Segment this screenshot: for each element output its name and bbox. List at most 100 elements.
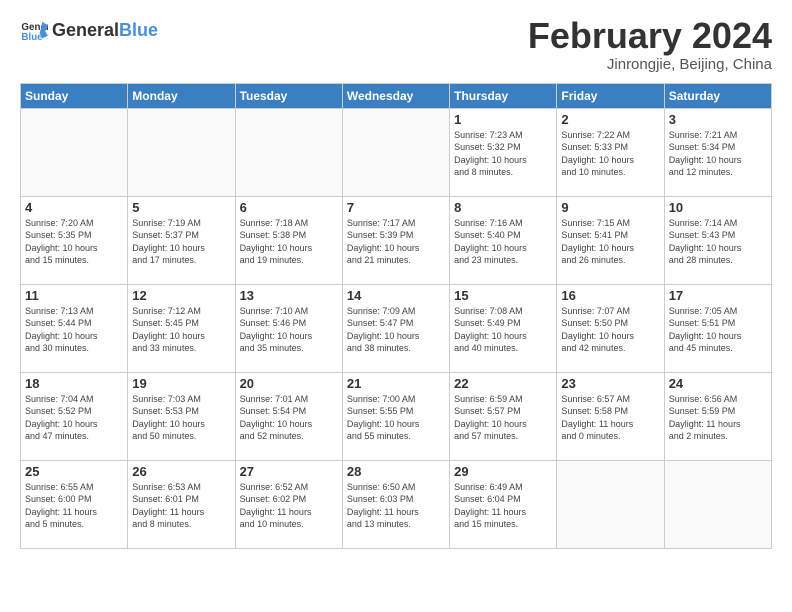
day-number: 1: [454, 112, 552, 127]
day-info: Sunrise: 6:57 AMSunset: 5:58 PMDaylight:…: [561, 393, 659, 443]
day-number: 19: [132, 376, 230, 391]
table-row: 7Sunrise: 7:17 AMSunset: 5:39 PMDaylight…: [342, 196, 449, 284]
day-number: 17: [669, 288, 767, 303]
table-row: 6 Sunrise: 7:18 AMSunset: 5:38 PMDaylight…: [235, 196, 342, 284]
day-info: Sunrise: 7:05 AMSunset: 5:51 PMDaylight:…: [669, 305, 767, 355]
logo: General Blue GeneralBlue: [20, 16, 158, 44]
day-number: 18: [25, 376, 123, 391]
day-info: Sunrise: 7:15 AMSunset: 5:41 PMDaylight:…: [561, 217, 659, 267]
header-tuesday: Tuesday: [235, 83, 342, 108]
table-row: 3 Sunrise: 7:21 AMSunset: 5:34 PMDaylight…: [664, 108, 771, 196]
day-number: 23: [561, 376, 659, 391]
table-row: 23 Sunrise: 6:57 AMSunset: 5:58 PMDayligh…: [557, 372, 664, 460]
table-row: 28 Sunrise: 6:50 AMSunset: 6:03 PMDayligh…: [342, 460, 449, 548]
day-info: Sunrise: 6:56 AMSunset: 5:59 PMDaylight:…: [669, 393, 767, 443]
svg-text:Blue: Blue: [21, 32, 43, 43]
calendar-week-row: 4 Sunrise: 7:20 AMSunset: 5:35 PMDaylight…: [21, 196, 772, 284]
day-info: Sunrise: 7:18 AMSunset: 5:38 PMDaylight:…: [240, 217, 338, 267]
day-info: Sunrise: 7:13 AMSunset: 5:44 PMDaylight:…: [25, 305, 123, 355]
day-info: Sunrise: 6:49 AMSunset: 6:04 PMDaylight:…: [454, 481, 552, 531]
table-row: 8Sunrise: 7:16 AMSunset: 5:40 PMDaylight…: [450, 196, 557, 284]
table-row: 22Sunrise: 6:59 AMSunset: 5:57 PMDayligh…: [450, 372, 557, 460]
table-row: 29 Sunrise: 6:49 AMSunset: 6:04 PMDayligh…: [450, 460, 557, 548]
table-row: 2 Sunrise: 7:22 AMSunset: 5:33 PMDaylight…: [557, 108, 664, 196]
day-info: Sunrise: 7:21 AMSunset: 5:34 PMDaylight:…: [669, 129, 767, 179]
day-info: Sunrise: 7:14 AMSunset: 5:43 PMDaylight:…: [669, 217, 767, 267]
day-number: 24: [669, 376, 767, 391]
day-number: 6: [240, 200, 338, 215]
day-number: 25: [25, 464, 123, 479]
table-row: 12 Sunrise: 7:12 AMSunset: 5:45 PMDayligh…: [128, 284, 235, 372]
day-info: Sunrise: 6:52 AMSunset: 6:02 PMDaylight:…: [240, 481, 338, 531]
logo-text-blue: Blue: [119, 20, 158, 41]
day-number: 3: [669, 112, 767, 127]
day-number: 10: [669, 200, 767, 215]
day-info: Sunrise: 7:12 AMSunset: 5:45 PMDaylight:…: [132, 305, 230, 355]
table-row: 16 Sunrise: 7:07 AMSunset: 5:50 PMDayligh…: [557, 284, 664, 372]
table-row: 10 Sunrise: 7:14 AMSunset: 5:43 PMDayligh…: [664, 196, 771, 284]
day-info: Sunrise: 7:20 AMSunset: 5:35 PMDaylight:…: [25, 217, 123, 267]
day-number: 22: [454, 376, 552, 391]
day-number: 16: [561, 288, 659, 303]
header-monday: Monday: [128, 83, 235, 108]
day-number: 13: [240, 288, 338, 303]
logo-text-general: General: [52, 20, 119, 41]
header-saturday: Saturday: [664, 83, 771, 108]
day-info: Sunrise: 7:08 AMSunset: 5:49 PMDaylight:…: [454, 305, 552, 355]
table-row: 9 Sunrise: 7:15 AMSunset: 5:41 PMDaylight…: [557, 196, 664, 284]
table-row: 11Sunrise: 7:13 AMSunset: 5:44 PMDayligh…: [21, 284, 128, 372]
day-number: 28: [347, 464, 445, 479]
logo-icon: General Blue: [20, 16, 48, 44]
calendar-week-row: 11Sunrise: 7:13 AMSunset: 5:44 PMDayligh…: [21, 284, 772, 372]
page: General Blue GeneralBlue February 2024 J…: [0, 0, 792, 559]
table-row: 5Sunrise: 7:19 AMSunset: 5:37 PMDaylight…: [128, 196, 235, 284]
table-row: 14Sunrise: 7:09 AMSunset: 5:47 PMDayligh…: [342, 284, 449, 372]
table-row: 25Sunrise: 6:55 AMSunset: 6:00 PMDayligh…: [21, 460, 128, 548]
day-number: 26: [132, 464, 230, 479]
month-year-title: February 2024: [528, 16, 772, 56]
day-info: Sunrise: 7:19 AMSunset: 5:37 PMDaylight:…: [132, 217, 230, 267]
day-info: Sunrise: 7:03 AMSunset: 5:53 PMDaylight:…: [132, 393, 230, 443]
day-number: 14: [347, 288, 445, 303]
location-subtitle: Jinrongjie, Beijing, China: [528, 56, 772, 73]
table-row: [664, 460, 771, 548]
table-row: 4 Sunrise: 7:20 AMSunset: 5:35 PMDaylight…: [21, 196, 128, 284]
day-number: 27: [240, 464, 338, 479]
title-area: February 2024 Jinrongjie, Beijing, China: [528, 16, 772, 73]
table-row: [342, 108, 449, 196]
table-row: 18 Sunrise: 7:04 AMSunset: 5:52 PMDayligh…: [21, 372, 128, 460]
table-row: [21, 108, 128, 196]
day-number: 8: [454, 200, 552, 215]
table-row: 20Sunrise: 7:01 AMSunset: 5:54 PMDayligh…: [235, 372, 342, 460]
table-row: 15 Sunrise: 7:08 AMSunset: 5:49 PMDayligh…: [450, 284, 557, 372]
day-info: Sunrise: 7:10 AMSunset: 5:46 PMDaylight:…: [240, 305, 338, 355]
table-row: 1 Sunrise: 7:23 AMSunset: 5:32 PMDaylight…: [450, 108, 557, 196]
calendar-table: Sunday Monday Tuesday Wednesday Thursday…: [20, 83, 772, 549]
table-row: 13 Sunrise: 7:10 AMSunset: 5:46 PMDayligh…: [235, 284, 342, 372]
day-number: 20: [240, 376, 338, 391]
day-info: Sunrise: 6:50 AMSunset: 6:03 PMDaylight:…: [347, 481, 445, 531]
day-info: Sunrise: 7:23 AMSunset: 5:32 PMDaylight:…: [454, 129, 552, 179]
day-info: Sunrise: 7:04 AMSunset: 5:52 PMDaylight:…: [25, 393, 123, 443]
day-number: 2: [561, 112, 659, 127]
table-row: [128, 108, 235, 196]
day-info: Sunrise: 7:22 AMSunset: 5:33 PMDaylight:…: [561, 129, 659, 179]
calendar-week-row: 25Sunrise: 6:55 AMSunset: 6:00 PMDayligh…: [21, 460, 772, 548]
day-number: 12: [132, 288, 230, 303]
table-row: 21Sunrise: 7:00 AMSunset: 5:55 PMDayligh…: [342, 372, 449, 460]
header-sunday: Sunday: [21, 83, 128, 108]
day-info: Sunrise: 7:17 AMSunset: 5:39 PMDaylight:…: [347, 217, 445, 267]
table-row: 19 Sunrise: 7:03 AMSunset: 5:53 PMDayligh…: [128, 372, 235, 460]
day-info: Sunrise: 7:07 AMSunset: 5:50 PMDaylight:…: [561, 305, 659, 355]
day-number: 29: [454, 464, 552, 479]
header: General Blue GeneralBlue February 2024 J…: [20, 16, 772, 73]
calendar-week-row: 18 Sunrise: 7:04 AMSunset: 5:52 PMDayligh…: [21, 372, 772, 460]
table-row: 24 Sunrise: 6:56 AMSunset: 5:59 PMDayligh…: [664, 372, 771, 460]
header-wednesday: Wednesday: [342, 83, 449, 108]
day-number: 15: [454, 288, 552, 303]
day-number: 4: [25, 200, 123, 215]
table-row: 17 Sunrise: 7:05 AMSunset: 5:51 PMDayligh…: [664, 284, 771, 372]
day-number: 9: [561, 200, 659, 215]
day-number: 21: [347, 376, 445, 391]
calendar-header-row: Sunday Monday Tuesday Wednesday Thursday…: [21, 83, 772, 108]
